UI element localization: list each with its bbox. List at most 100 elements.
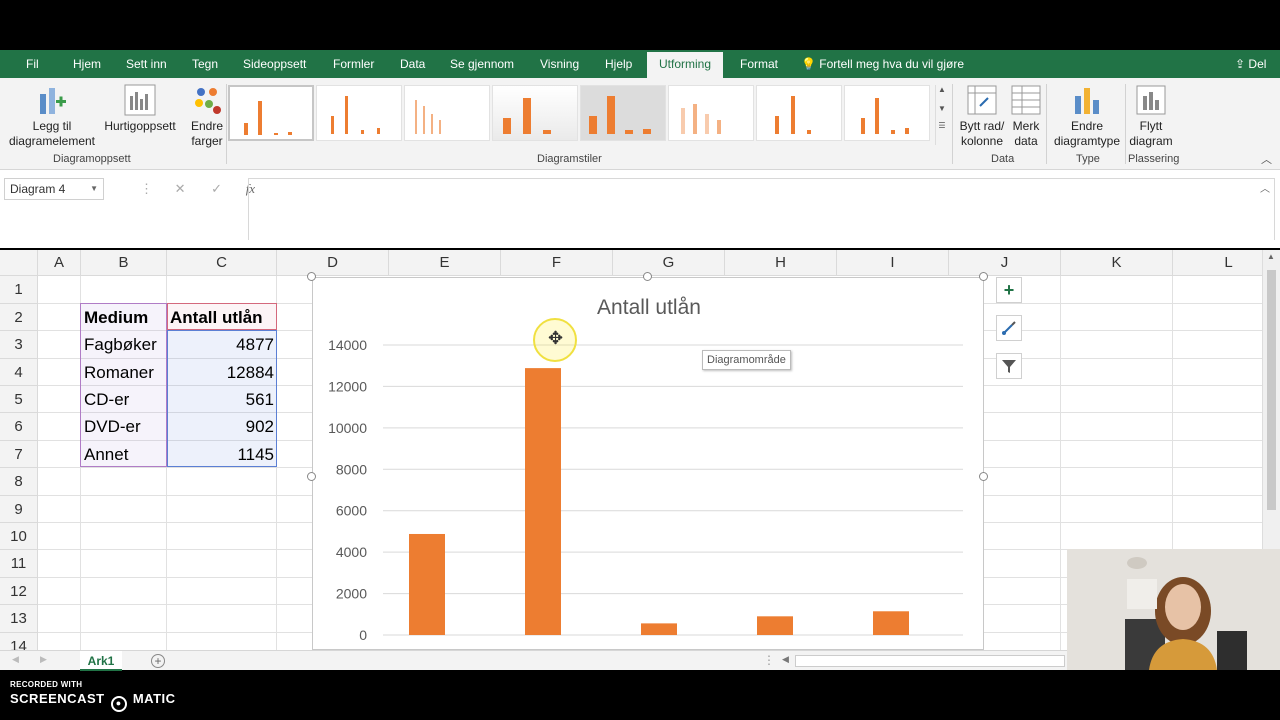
row-header[interactable]: 14 bbox=[0, 633, 38, 650]
tab-insert[interactable]: Sett inn bbox=[124, 50, 169, 78]
table-cell[interactable]: CD-er bbox=[81, 386, 167, 413]
column-header[interactable]: E bbox=[389, 250, 501, 276]
row-header[interactable]: 9 bbox=[0, 496, 38, 523]
column-header[interactable]: K bbox=[1061, 250, 1173, 276]
table-cell[interactable]: Romaner bbox=[81, 359, 167, 386]
collapse-ribbon-icon[interactable]: ︿ bbox=[1261, 151, 1272, 167]
resize-handle[interactable] bbox=[307, 472, 316, 481]
add-chart-element-button[interactable]: Legg til diagramelement bbox=[4, 84, 100, 149]
resize-handle[interactable] bbox=[643, 272, 652, 281]
tab-formulas[interactable]: Formler bbox=[331, 50, 376, 78]
column-header[interactable]: C bbox=[167, 250, 277, 276]
column-header[interactable]: A bbox=[38, 250, 81, 276]
column-header[interactable]: B bbox=[81, 250, 167, 276]
next-sheet-icon[interactable]: ▶ bbox=[40, 654, 47, 665]
sheet-tab-ark1[interactable]: Ark1 bbox=[80, 651, 122, 671]
chevron-down-icon[interactable]: ▼ bbox=[936, 104, 948, 113]
share-button[interactable]: ⇪ Del bbox=[1235, 50, 1266, 78]
prev-sheet-icon[interactable]: ◀ bbox=[12, 654, 19, 665]
quick-layout-button[interactable]: Hurtigoppsett bbox=[100, 84, 180, 134]
scroll-left-icon[interactable]: ◀ bbox=[782, 654, 789, 665]
chart-style-3[interactable] bbox=[404, 85, 490, 141]
row-header[interactable]: 2 bbox=[0, 304, 38, 331]
gallery-more-icon[interactable]: ☰ bbox=[936, 121, 948, 130]
scroll-thumb[interactable] bbox=[1267, 270, 1276, 510]
table-cell[interactable]: Annet bbox=[81, 441, 167, 468]
row-header[interactable]: 11 bbox=[0, 550, 38, 578]
row-header[interactable]: 12 bbox=[0, 578, 38, 605]
chart-style-5[interactable] bbox=[580, 85, 666, 141]
table-cell[interactable]: 4877 bbox=[167, 331, 277, 358]
column-header[interactable]: F bbox=[501, 250, 613, 276]
chart-area[interactable]: Antall utlån 0 2000 4000 6000 8000 10000 12000… bbox=[312, 277, 984, 650]
chart-style-7[interactable] bbox=[756, 85, 842, 141]
tab-draw[interactable]: Tegn bbox=[190, 50, 220, 78]
chart-title[interactable]: Antall utlån bbox=[597, 296, 701, 319]
tab-design[interactable]: Utforming bbox=[647, 52, 724, 78]
table-cell[interactable]: 1145 bbox=[167, 441, 277, 468]
tab-data[interactable]: Data bbox=[398, 50, 427, 78]
scroll-up-icon[interactable]: ▲ bbox=[1267, 252, 1275, 261]
chart-style-8[interactable] bbox=[844, 85, 930, 141]
chart-elements-button[interactable]: + bbox=[996, 277, 1022, 303]
tab-view[interactable]: Visning bbox=[538, 50, 581, 78]
move-chart-button[interactable]: Flytt diagram bbox=[1128, 84, 1174, 149]
tab-page-layout[interactable]: Sideoppsett bbox=[241, 50, 308, 78]
resize-handle[interactable] bbox=[307, 272, 316, 281]
row-header[interactable]: 7 bbox=[0, 441, 38, 468]
add-sheet-button[interactable]: + bbox=[151, 654, 165, 668]
chart-style-4[interactable] bbox=[492, 85, 578, 141]
column-header[interactable]: H bbox=[725, 250, 837, 276]
expand-formula-bar-icon[interactable]: ︿ bbox=[1260, 180, 1270, 195]
tab-format[interactable]: Format bbox=[738, 50, 780, 78]
column-header[interactable]: L bbox=[1173, 250, 1262, 276]
chart-style-6[interactable] bbox=[668, 85, 754, 141]
table-cell[interactable]: 902 bbox=[167, 413, 277, 440]
table-cell[interactable]: DVD-er bbox=[81, 413, 167, 440]
row-header[interactable]: 6 bbox=[0, 413, 38, 441]
row-header[interactable]: 13 bbox=[0, 605, 38, 633]
tab-home[interactable]: Hjem bbox=[71, 50, 103, 78]
column-header[interactable]: G bbox=[613, 250, 725, 276]
bar-dvd-er[interactable] bbox=[757, 616, 793, 635]
bar-cd-er[interactable] bbox=[641, 623, 677, 635]
row-header[interactable]: 4 bbox=[0, 359, 38, 386]
name-box-dropdown-icon[interactable]: ▼ bbox=[90, 179, 98, 199]
row-header[interactable]: 10 bbox=[0, 523, 38, 550]
bar-fagb-ker[interactable] bbox=[409, 533, 445, 635]
select-all-corner[interactable] bbox=[0, 250, 38, 276]
chart-style-1[interactable] bbox=[228, 85, 314, 141]
chart-filters-button[interactable] bbox=[996, 353, 1022, 379]
change-colors-button[interactable]: Endre farger bbox=[183, 84, 231, 149]
tell-me-search[interactable]: 💡 Fortell meg hva du vil gjøre bbox=[801, 50, 964, 78]
row-header[interactable]: 8 bbox=[0, 468, 38, 496]
bar-romaner[interactable] bbox=[525, 368, 561, 635]
column-header[interactable]: D bbox=[277, 250, 389, 276]
formula-input[interactable] bbox=[248, 178, 1275, 240]
table-header-cell[interactable]: Medium bbox=[81, 304, 167, 331]
table-cell[interactable]: 12884 bbox=[167, 359, 277, 386]
chevron-up-icon[interactable]: ▲ bbox=[936, 85, 948, 94]
table-cell[interactable]: 561 bbox=[167, 386, 277, 413]
enter-icon[interactable]: ✓ bbox=[211, 181, 222, 196]
table-cell[interactable]: Fagbøker bbox=[81, 331, 167, 358]
bar-annet[interactable] bbox=[873, 611, 909, 635]
switch-row-column-button[interactable]: Bytt rad/ kolonne bbox=[954, 84, 1010, 149]
row-header[interactable]: 5 bbox=[0, 386, 38, 413]
table-header-cell[interactable]: Antall utlån bbox=[167, 304, 277, 331]
tab-review[interactable]: Se gjennom bbox=[448, 50, 516, 78]
row-header[interactable]: 3 bbox=[0, 331, 38, 359]
chart-styles-button[interactable] bbox=[996, 315, 1022, 341]
chart-style-2[interactable] bbox=[316, 85, 402, 141]
change-chart-type-button[interactable]: Endre diagramtype bbox=[1050, 84, 1124, 149]
tab-file[interactable]: Fil bbox=[24, 50, 41, 78]
tab-split-handle[interactable]: ⋮ bbox=[763, 653, 775, 667]
resize-handle[interactable] bbox=[979, 272, 988, 281]
cancel-icon[interactable]: ✕ bbox=[175, 181, 186, 196]
tab-help[interactable]: Hjelp bbox=[603, 50, 634, 78]
column-header[interactable]: J bbox=[949, 250, 1061, 276]
row-header[interactable]: 1 bbox=[0, 276, 38, 304]
name-box[interactable]: Diagram 4 ▼ bbox=[4, 178, 104, 200]
select-data-button[interactable]: Merk data bbox=[1010, 84, 1042, 149]
resize-handle[interactable] bbox=[979, 472, 988, 481]
